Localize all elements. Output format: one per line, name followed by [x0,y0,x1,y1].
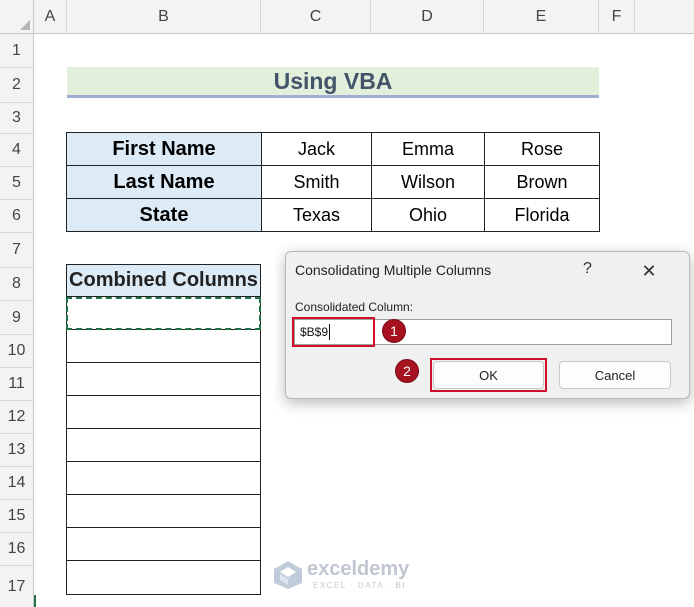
table-cell[interactable]: Emma [371,132,485,166]
column-header-c[interactable]: C [261,0,371,34]
table-cell[interactable]: Florida [484,198,600,232]
row-header[interactable]: 8 [0,268,34,301]
table-row: State Texas Ohio Florida [66,198,600,232]
row-header[interactable]: 9 [0,301,34,335]
column-header-blank [635,0,694,34]
row-header[interactable]: 3 [0,103,34,134]
cancel-button[interactable]: Cancel [559,361,671,389]
column-header-d[interactable]: D [371,0,484,34]
exceldemy-watermark: exceldemy EXCEL · DATA · BI [273,556,433,592]
table-cell[interactable]: Jack [261,132,372,166]
sheet-title[interactable]: Using VBA [67,67,599,98]
table-cell[interactable]: Ohio [371,198,485,232]
row-header[interactable]: 12 [0,401,34,434]
row-header[interactable]: 10 [0,335,34,368]
row-header[interactable]: 7 [0,233,34,268]
table-cell[interactable]: Brown [484,165,600,199]
highlight-ok-box [430,358,547,392]
step-badge-1: 1 [382,319,406,343]
row-header[interactable]: 2 [0,68,34,103]
row-header[interactable]: 13 [0,434,34,467]
watermark-name: exceldemy [307,558,410,580]
combined-cell[interactable] [66,561,261,595]
combined-cell[interactable] [66,528,261,561]
row-header[interactable]: 17 [0,566,34,607]
select-all-corner[interactable] [0,0,34,34]
row-header[interactable]: 5 [0,167,34,200]
combined-cell[interactable] [66,363,261,396]
row-label-state[interactable]: State [66,198,262,232]
column-header-e[interactable]: E [484,0,599,34]
combined-cell[interactable] [66,462,261,495]
consolidate-dialog: Consolidating Multiple Columns ? ✕ Conso… [285,251,690,399]
row-header[interactable]: 4 [0,134,34,167]
combined-cell[interactable] [66,330,261,363]
highlight-input-box [292,317,375,347]
field-label: Consolidated Column: [295,300,414,314]
data-table: First Name Jack Emma Rose Last Name Smit… [66,132,600,232]
step-badge-2: 2 [395,359,419,383]
dialog-title: Consolidating Multiple Columns [295,262,492,278]
row-header[interactable]: 16 [0,533,34,566]
sheet-edge-marker [34,595,36,607]
combined-cell[interactable] [66,429,261,462]
column-header-a[interactable]: A [34,0,67,34]
row-header[interactable]: 15 [0,500,34,533]
row-header[interactable]: 14 [0,467,34,500]
row-header[interactable]: 1 [0,34,34,68]
row-header[interactable]: 11 [0,368,34,401]
table-cell[interactable]: Texas [261,198,372,232]
table-cell[interactable]: Wilson [371,165,485,199]
row-label-first-name[interactable]: First Name [66,132,262,166]
row-header[interactable]: 6 [0,200,34,233]
table-row: Last Name Smith Wilson Brown [66,165,600,199]
table-cell[interactable]: Rose [484,132,600,166]
copy-marquee [66,297,261,330]
watermark-tagline: EXCEL · DATA · BI [313,581,406,590]
help-button[interactable]: ? [583,260,592,278]
combined-columns-header[interactable]: Combined Columns [66,264,261,297]
exceldemy-logo-icon [274,561,302,589]
close-icon[interactable]: ✕ [634,258,664,284]
column-header-f[interactable]: F [599,0,635,34]
combined-cell[interactable] [66,396,261,429]
table-cell[interactable]: Smith [261,165,372,199]
row-label-last-name[interactable]: Last Name [66,165,262,199]
combined-cell[interactable] [66,495,261,528]
column-header-b[interactable]: B [67,0,261,34]
table-row: First Name Jack Emma Rose [66,132,600,166]
